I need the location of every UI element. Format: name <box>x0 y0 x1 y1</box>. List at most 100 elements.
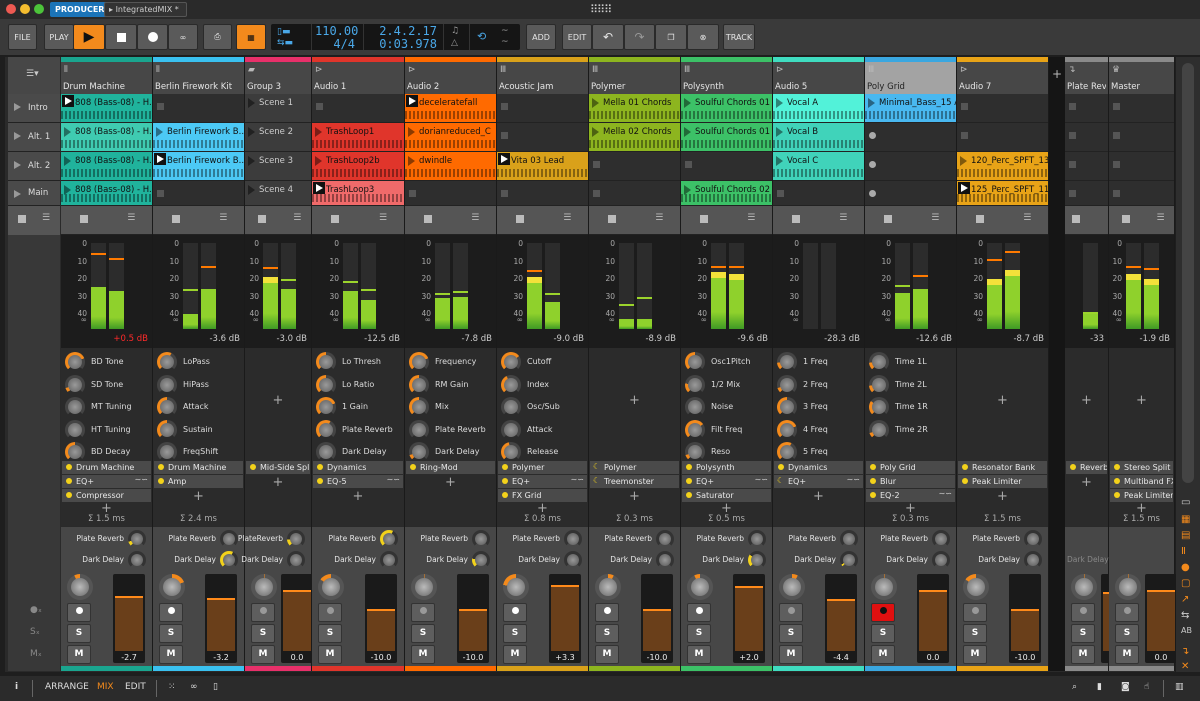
track-header[interactable]: Ⅲ Polymer <box>589 57 680 94</box>
device-active-icon[interactable] <box>317 464 323 470</box>
volume-fader[interactable]: -10.0 <box>1009 574 1041 663</box>
parameter-knob[interactable] <box>409 442 429 462</box>
parameter-knob[interactable] <box>777 419 797 440</box>
clip[interactable]: 125_Perc_SPFT_11 <box>957 181 1048 206</box>
track-header[interactable]: Ⅲ Poly Grid <box>865 57 956 94</box>
solo-button[interactable]: S <box>779 624 803 643</box>
device-bypassed-icon[interactable]: ☾ <box>777 475 784 487</box>
clip[interactable]: Berlin Firework B... <box>153 123 244 152</box>
add-remote-control-icon[interactable]: + <box>957 393 1048 408</box>
empty-clip-slot[interactable] <box>589 181 680 206</box>
clip[interactable]: 808 (Bass-08) - H... <box>61 123 152 152</box>
empty-clip-slot[interactable] <box>405 181 496 206</box>
solo-button[interactable]: S <box>1071 624 1095 643</box>
track-launch-options-icon[interactable]: ☰ <box>379 213 387 223</box>
track-launch-options-icon[interactable]: ☰ <box>471 213 479 223</box>
add-track-area[interactable]: + <box>1049 57 1065 671</box>
volume-fader[interactable]: -4.4 <box>825 574 857 663</box>
clip[interactable]: Mella 02 Chords <box>589 123 680 152</box>
delete-button[interactable]: ⊗ <box>687 24 719 50</box>
device-active-icon[interactable] <box>870 464 876 470</box>
mute-button[interactable]: M <box>411 645 435 664</box>
stop-clip-button[interactable] <box>1121 215 1130 223</box>
send-knob[interactable] <box>656 530 674 548</box>
empty-clip-slot[interactable] <box>1109 181 1174 206</box>
hand-icon[interactable]: ☝ <box>1144 682 1149 692</box>
ab-compare-icon[interactable]: AB <box>1181 626 1192 635</box>
device-item[interactable]: Polysynth <box>682 461 771 474</box>
piano-keys-icon[interactable]: ▥ <box>1175 682 1184 692</box>
clip[interactable]: Soulful Chords 01 B <box>681 123 772 152</box>
group-scene-slot[interactable]: Scene 1 <box>245 94 311 123</box>
clip[interactable]: Soulful Chords 01 A <box>681 94 772 123</box>
track-name[interactable]: Plate Reverb <box>1067 82 1106 92</box>
scene-launch-icon[interactable]: ☰ <box>42 213 50 223</box>
solo-button[interactable]: S <box>67 624 91 643</box>
track-name[interactable]: Audio 5 <box>775 82 862 92</box>
send-knob[interactable] <box>472 551 490 569</box>
send-knob[interactable] <box>1024 530 1042 548</box>
pan-knob[interactable] <box>251 574 277 600</box>
record-arm-button[interactable] <box>251 603 275 622</box>
device-item[interactable]: Mid-Side Split <box>246 461 310 474</box>
solo-button[interactable]: S <box>687 624 711 643</box>
empty-clip-slot[interactable] <box>865 181 956 206</box>
record-arm-button[interactable] <box>1115 603 1139 622</box>
parameter-knob[interactable] <box>685 419 705 440</box>
stop-clip-button[interactable] <box>331 215 340 223</box>
solo-clear-icon[interactable]: Sₓ <box>30 627 40 637</box>
record-arm-button[interactable] <box>595 603 619 622</box>
overdub-grid-button[interactable]: ▦ <box>236 24 266 50</box>
device-item[interactable]: Blur <box>866 475 955 488</box>
stop-clip-button[interactable] <box>257 215 266 223</box>
clip[interactable]: dorianreduced_C <box>405 123 496 152</box>
track-header[interactable]: ♛ Master <box>1109 57 1174 94</box>
empty-clip-slot[interactable] <box>589 152 680 181</box>
empty-clip-slot[interactable] <box>1109 94 1174 123</box>
empty-clip-slot[interactable] <box>957 94 1048 123</box>
send-knob[interactable] <box>840 530 858 548</box>
send-knob[interactable] <box>128 530 146 548</box>
duplicate-button[interactable]: ❐ <box>655 24 687 50</box>
track-header[interactable]: Ⅲ Acoustic Jam <box>497 57 588 94</box>
parameter-knob[interactable] <box>869 352 889 372</box>
crossfader-icon[interactable]: ✕ <box>1181 661 1189 672</box>
device-active-icon[interactable] <box>66 464 72 470</box>
parameter-knob[interactable] <box>157 442 177 462</box>
undo-button[interactable]: ↶ <box>592 24 624 50</box>
minimize-window-button[interactable] <box>20 4 30 14</box>
solo-button[interactable]: S <box>503 624 527 643</box>
parameter-knob[interactable] <box>685 374 705 395</box>
add-remote-control-icon[interactable]: + <box>589 393 680 408</box>
parameter-knob[interactable] <box>777 374 797 395</box>
mute-button[interactable]: M <box>503 645 527 664</box>
empty-clip-slot[interactable] <box>1109 123 1174 152</box>
track-header[interactable]: ⊳ Audio 1 <box>312 57 404 94</box>
edit-view-tab[interactable]: EDIT <box>125 682 146 692</box>
parameter-knob[interactable] <box>65 397 85 417</box>
device-item[interactable]: Poly Grid <box>866 461 955 474</box>
parameter-knob[interactable] <box>501 419 521 440</box>
clip[interactable]: 808 (Bass-08) - H... <box>61 181 152 206</box>
track-name[interactable]: Polysynth <box>683 82 770 92</box>
scene-launch-1[interactable]: Intro <box>8 94 60 123</box>
group-scene-slot[interactable]: Scene 3 <box>245 152 311 181</box>
position-beats[interactable]: 2.4.2.17 <box>371 24 437 38</box>
parameter-knob[interactable] <box>316 352 336 372</box>
scene-launch-3[interactable]: Alt. 2 <box>8 152 60 181</box>
device-item[interactable]: EQ+ ∼∽ <box>62 475 151 488</box>
mute-button[interactable]: M <box>159 645 183 664</box>
parameter-knob[interactable] <box>777 352 797 372</box>
parameter-knob[interactable] <box>157 419 177 440</box>
scene-launch-4[interactable]: Main <box>8 181 60 206</box>
record-arm-button[interactable] <box>411 603 435 622</box>
panel-icon[interactable]: ▢ <box>1181 578 1190 589</box>
empty-clip-slot[interactable] <box>497 94 588 123</box>
track-name[interactable]: Audio 1 <box>314 82 402 92</box>
track-name[interactable]: Audio 2 <box>407 82 494 92</box>
solo-button[interactable]: S <box>159 624 183 643</box>
parameter-knob[interactable] <box>65 442 85 462</box>
clip[interactable]: dwindle <box>405 152 496 181</box>
clip-launcher-print-button[interactable]: ⎙ <box>203 24 232 50</box>
dots-icon[interactable]: ⁙ <box>168 682 176 692</box>
